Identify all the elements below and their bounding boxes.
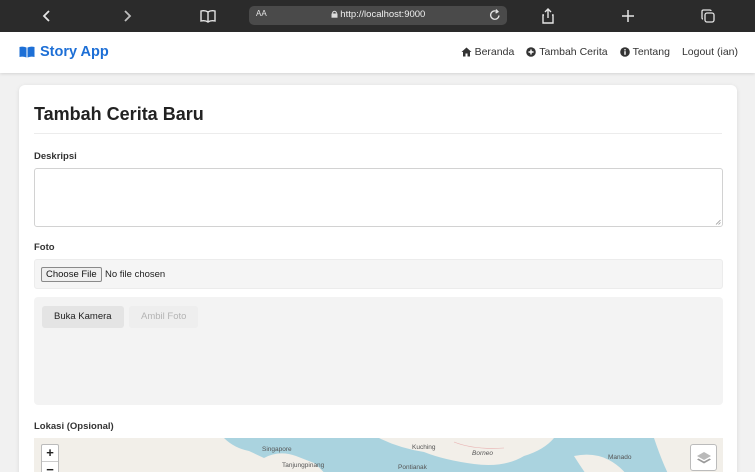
nav-add-story[interactable]: Tambah Cerita [526,46,608,58]
app-header: Story App Beranda Tambah Cerita Tentang … [0,32,755,73]
lock-icon [331,10,338,18]
map-place: Singapore [262,446,292,453]
plus-circle-icon [526,47,537,57]
photo-file-input[interactable]: Choose File No file chosen [34,259,723,289]
brand-link[interactable]: Story App [19,44,109,60]
nav-about[interactable]: Tentang [619,46,670,58]
browser-toolbar: AA http://localhost:9000 [0,0,755,32]
map-place: Manado [608,454,632,461]
new-tab-icon[interactable] [620,0,636,32]
info-circle-icon [619,47,630,57]
main-nav: Beranda Tambah Cerita Tentang Logout (ia… [461,46,738,58]
location-map[interactable]: Singapore Kuching Borneo Manado Tanjungp… [34,438,723,472]
description-label: Deskripsi [34,151,77,162]
take-photo-button[interactable]: Ambil Foto [129,306,199,328]
file-status: No file chosen [105,269,166,280]
photo-label: Foto [34,242,55,253]
camera-panel: Buka Kamera Ambil Foto [34,297,723,405]
map-place: Kuching [412,444,436,451]
nav-home[interactable]: Beranda [461,46,515,58]
tabs-overview-icon[interactable] [700,0,716,32]
title-divider [34,133,722,134]
url-display[interactable]: http://localhost:9000 [249,9,507,20]
layers-icon [696,451,711,463]
address-bar[interactable]: AA http://localhost:9000 [249,6,507,25]
location-label: Lokasi (Opsional) [34,421,114,432]
nav-logout[interactable]: Logout (ian) [682,46,738,58]
choose-file-button[interactable]: Choose File [41,267,102,282]
bookmarks-icon[interactable] [198,0,218,32]
description-textarea[interactable] [34,168,723,227]
zoom-out-button[interactable]: − [42,462,58,472]
map-layers-button[interactable] [690,444,717,471]
page-title: Tambah Cerita Baru [34,104,204,124]
nav-add-story-label: Tambah Cerita [539,46,608,58]
nav-about-label: Tentang [632,46,670,58]
map-place: Pontianak [398,464,427,471]
open-camera-button[interactable]: Buka Kamera [42,306,124,328]
add-story-card: Tambah Cerita Baru Deskripsi Foto Choose… [19,85,737,472]
share-icon[interactable] [540,0,556,32]
map-place: Tanjungpinang [282,462,325,469]
forward-icon[interactable] [118,0,136,32]
resize-handle-icon[interactable] [715,219,721,225]
nav-home-label: Beranda [474,46,515,58]
book-open-icon [19,46,35,58]
back-icon[interactable] [38,0,56,32]
zoom-in-button[interactable]: + [42,445,58,462]
map-place: Borneo [472,450,493,457]
nav-logout-label: Logout (ian) [681,46,738,58]
url-text: http://localhost:9000 [340,9,426,20]
home-icon [461,47,472,57]
brand-name: Story App [40,44,109,60]
map-zoom-control: + − [41,444,59,472]
reload-icon[interactable] [489,8,501,22]
